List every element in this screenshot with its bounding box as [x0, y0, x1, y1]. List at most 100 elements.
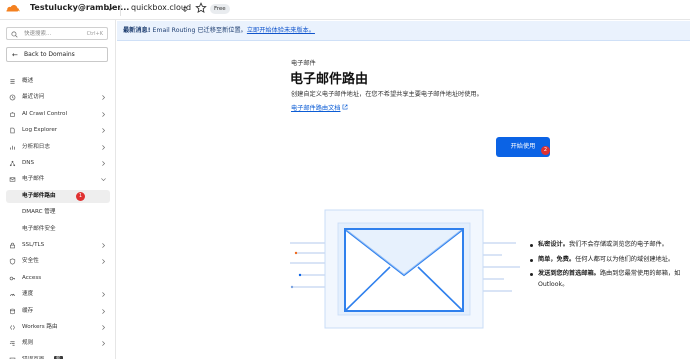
sidebar-item-label: 电子邮件安全: [22, 225, 56, 232]
chevron-updown-icon[interactable]: [181, 5, 189, 13]
search-placeholder: 快速搜索...: [24, 31, 52, 37]
chevron-right-icon: [102, 341, 105, 347]
feature-title: 发送到您的首选邮箱。: [538, 270, 600, 277]
section-kicker: 电子邮件: [291, 60, 316, 67]
sidebar-item-label: 概述: [22, 78, 34, 84]
sidebar-item-9[interactable]: DMARC 管理: [6, 206, 110, 219]
feature-text: 任何人都可以为他们的域创建地址。: [575, 255, 675, 263]
back-label: Back to Domains: [24, 51, 75, 58]
chevron-right-icon: [102, 95, 105, 101]
feature-item: 私密设计。我们不会存储或浏览您的电子邮件。: [530, 240, 690, 251]
sidebar-item-label: 电子邮件路由: [22, 192, 56, 199]
banner-prefix: 最新消息!: [123, 27, 151, 34]
sidebar-item-label: 错误页面: [22, 354, 44, 359]
feature-item: 发送到您的首选邮箱。路由到您最常使用的邮箱，如 Outlook。: [530, 269, 690, 290]
sidebar-item-label: SSL/TLS: [22, 242, 45, 248]
banner-link[interactable]: 立即开始体验未来版本。: [247, 27, 315, 34]
star-icon[interactable]: [195, 2, 207, 14]
sidebar-item-5[interactable]: 分析和日志: [6, 141, 110, 154]
chevron-right-icon: [102, 128, 105, 134]
banner-text: 最新消息! Email Routing 已迁移至新位置。立即开始体验未来版本。: [123, 26, 315, 36]
sidebar-item-18[interactable]: 错误页面新: [6, 354, 110, 359]
chevron-right-icon: [102, 308, 105, 314]
database-icon: [10, 308, 15, 314]
workers-icon: [10, 325, 15, 330]
sidebar-item-label: 缓存: [22, 307, 34, 314]
list-icon: [10, 79, 15, 84]
sidebar-item-label: Access: [22, 274, 42, 281]
chevron-right-icon: [102, 161, 105, 166]
sidebar-item-8[interactable]: 电子邮件路由 1: [6, 189, 110, 203]
step-badge: 1: [76, 191, 85, 201]
sidebar-item-2[interactable]: 最近访问: [6, 91, 110, 104]
chevron-right-icon: [102, 325, 105, 330]
robot-icon: [10, 111, 15, 117]
search-icon: [11, 31, 18, 38]
sidebar-item-7[interactable]: 电子邮件: [6, 173, 110, 186]
plan-badge: Free: [210, 4, 230, 14]
announcement-banner: 最新消息! Email Routing 已迁移至新位置。立即开始体验未来版本。: [117, 21, 690, 41]
feature-item: 简单，免费。任何人都可以为他们的域创建地址。: [530, 255, 690, 266]
document-icon: [10, 127, 15, 134]
banner-message: Email Routing 已迁移至新位置。: [150, 27, 247, 34]
feature-list: 私密设计。我们不会存储或浏览您的电子邮件。 简单，免费。任何人都可以为他们的域创建…: [530, 240, 690, 294]
sidebar-item-label: 安全性: [22, 258, 39, 265]
mail-icon: [9, 177, 16, 182]
envelope-illustration: [290, 209, 520, 329]
key-icon: [9, 276, 15, 281]
rules-icon: [9, 341, 15, 346]
lock-icon: [10, 242, 15, 249]
sidebar-item-16[interactable]: Workers 路由: [6, 321, 110, 334]
network-icon: [9, 160, 16, 167]
sidebar-item-15[interactable]: 缓存: [6, 305, 110, 318]
docs-link[interactable]: 电子邮件路由文档: [291, 103, 341, 112]
search-shortcut: Ctrl+K: [86, 31, 103, 37]
chevron-down-icon[interactable]: [106, 5, 114, 13]
sidebar-item-3[interactable]: AI Crawl Control: [6, 108, 110, 121]
sidebar-item-label: DNS: [22, 160, 35, 166]
cloud-logo-icon[interactable]: [6, 4, 20, 14]
chevron-right-icon: [102, 144, 105, 150]
sidebar-item-10[interactable]: 电子邮件安全: [6, 223, 110, 236]
search-input[interactable]: 快速搜索... Ctrl+K: [6, 27, 108, 40]
sidebar-item-label: Workers 路由: [22, 324, 58, 330]
sidebar-item-label: Log Explorer: [22, 127, 58, 134]
back-to-domains-button[interactable]: ← Back to Domains: [6, 47, 108, 62]
chevron-right-icon: [102, 292, 105, 298]
chevron-right-icon: [102, 259, 105, 265]
sidebar-item-label: DMARC 管理: [22, 209, 56, 216]
arrow-left-icon: ←: [12, 51, 18, 59]
sidebar: 快速搜索... Ctrl+K ← Back to Domains 概述最近访问 A…: [0, 20, 116, 359]
sidebar-item-13[interactable]: Access: [6, 272, 110, 285]
sidebar-item-label: 电子邮件: [22, 176, 45, 183]
chart-icon: [10, 145, 15, 150]
sidebar-item-12[interactable]: 安全性: [6, 255, 110, 268]
sidebar-item-label: 规则: [22, 340, 34, 347]
shield-icon: [9, 258, 16, 265]
sidebar-item-label: 最近访问: [22, 94, 45, 101]
sidebar-item-11[interactable]: SSL/TLS: [6, 239, 110, 252]
sidebar-item-label: AI Crawl Control: [22, 110, 68, 117]
clock-icon: [9, 95, 16, 101]
sidebar-item-1[interactable]: 概述: [6, 75, 110, 88]
top-bar: Testulucky@rambler... quickbox.cloud Fre…: [0, 0, 690, 20]
sidebar-item-14[interactable]: 速度: [6, 288, 110, 301]
chevron-right-icon: [102, 111, 105, 117]
page-title: 电子邮件路由: [290, 72, 369, 87]
feature-text: 我们不会存储或浏览您的电子邮件。: [568, 241, 668, 248]
sidebar-item-4[interactable]: Log Explorer: [6, 124, 110, 137]
chevron-down-icon: [101, 178, 106, 182]
speed-icon: [9, 293, 16, 297]
feature-title: 简单，免费。: [538, 255, 576, 263]
sidebar-item-6[interactable]: DNS: [6, 157, 110, 170]
sidebar-item-label: 分析和日志: [22, 143, 50, 150]
chevron-right-icon: [102, 243, 105, 248]
sidebar-item-label: 速度: [22, 291, 34, 298]
divider: [120, 4, 121, 16]
page-description: 创建自定义电子邮件地址，在您不希望共享主要电子邮件地址时使用。: [291, 91, 483, 98]
account-name[interactable]: Testulucky@rambler...: [30, 3, 129, 12]
feature-title: 私密设计。: [538, 241, 569, 248]
external-link-icon[interactable]: [342, 104, 348, 110]
sidebar-item-17[interactable]: 规则: [6, 337, 110, 350]
step-badge: 2: [541, 146, 550, 155]
